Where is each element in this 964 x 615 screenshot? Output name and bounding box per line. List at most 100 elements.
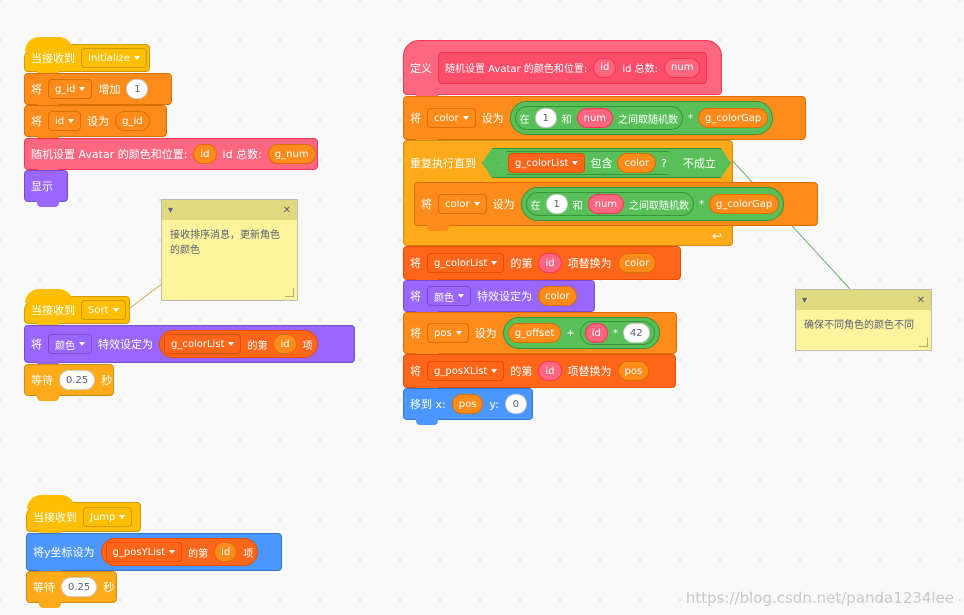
- variable-reporter[interactable]: g_id: [115, 111, 150, 131]
- variable-reporter[interactable]: color: [538, 286, 577, 306]
- variable-reporter[interactable]: g_colorGap: [709, 194, 780, 214]
- block-label: 等待: [31, 374, 53, 387]
- wait-block[interactable]: 等待 0.25 秒: [26, 571, 117, 608]
- wait-block[interactable]: 等待 0.25 秒: [24, 364, 114, 401]
- set-color-block[interactable]: 将 color 设为 在 1 和 num 之间取随机数 * g_colorGap: [403, 96, 806, 145]
- loop-arrow-icon: ↩: [711, 229, 722, 243]
- number-input[interactable]: 1: [534, 108, 557, 128]
- block-label: 项替换为: [567, 365, 612, 378]
- variable-reporter[interactable]: color: [617, 253, 657, 273]
- set-effect-block[interactable]: 将 颜色 特效设定为 g_colorList 的第 id 项: [24, 325, 355, 368]
- change-var-block[interactable]: 将 g_id 增加 1: [24, 73, 172, 110]
- list-dropdown[interactable]: g_colorList: [427, 253, 505, 273]
- custom-block-call[interactable]: 随机设置 Avatar 的颜色和位置: id id 总数: g_num: [24, 138, 318, 175]
- argument-reporter[interactable]: id: [538, 253, 562, 273]
- set-color-block-inner[interactable]: 将 color 设为 在 1 和 num 之间取随机数 * g_colorGap: [414, 182, 818, 231]
- comment-note[interactable]: ▾ ✕ 接收排序消息，更新角色 的颜色: [161, 199, 298, 301]
- number-input[interactable]: 0.25: [61, 577, 98, 597]
- variable-reporter[interactable]: pos: [617, 361, 650, 381]
- comment-note[interactable]: ▾ ✕ 确保不同角色的颜色不同: [795, 289, 932, 351]
- block-label: 定义: [410, 61, 432, 75]
- note-text[interactable]: 确保不同角色的颜色不同: [796, 310, 931, 341]
- variable-dropdown[interactable]: color: [427, 108, 476, 128]
- number-input[interactable]: 0.25: [59, 370, 96, 390]
- item-of-list-reporter[interactable]: g_posYList 的第 id 项: [100, 538, 259, 566]
- variable-reporter[interactable]: g_colorGap: [698, 108, 769, 128]
- not-operator[interactable]: g_colorList 包含 color ? 不成立: [482, 148, 731, 178]
- show-block[interactable]: 显示: [24, 170, 68, 207]
- chevron-down-icon: [119, 515, 126, 519]
- note-header[interactable]: ▾ ✕: [796, 290, 931, 310]
- close-icon[interactable]: ✕: [917, 295, 925, 306]
- contains-operator[interactable]: g_colorList 包含 color ?: [497, 151, 678, 175]
- number-input[interactable]: 1: [126, 79, 149, 99]
- list-dropdown[interactable]: g_posXList: [427, 361, 505, 381]
- multiply-operator[interactable]: 在 1 和 num 之间取随机数 * g_colorGap: [509, 101, 774, 135]
- set-y-block[interactable]: 将y坐标设为 g_posYList 的第 id 项: [26, 533, 282, 576]
- collapse-caret-icon[interactable]: ▾: [168, 205, 173, 216]
- argument-reporter[interactable]: id: [584, 323, 608, 343]
- variable-dropdown[interactable]: id: [48, 111, 82, 131]
- list-dropdown[interactable]: g_colorList: [164, 334, 242, 354]
- message-dropdown[interactable]: Initialize: [81, 48, 147, 68]
- argument-reporter[interactable]: num: [576, 108, 614, 128]
- block-label: 随机设置 Avatar 的颜色和位置:: [31, 148, 188, 161]
- block-label: 将: [410, 327, 421, 340]
- variable-reporter[interactable]: g_offset: [507, 323, 562, 343]
- multiply-operator[interactable]: 在 1 和 num 之间取随机数 * g_colorGap: [520, 187, 785, 221]
- argument-reporter[interactable]: id: [593, 57, 617, 78]
- when-receive-jump-hat[interactable]: 当接收到 Jump: [26, 495, 141, 537]
- note-header[interactable]: ▾ ✕: [162, 200, 297, 220]
- multiply-operator[interactable]: id * 42: [579, 321, 655, 345]
- variable-dropdown[interactable]: pos: [427, 323, 469, 343]
- argument-reporter[interactable]: num: [664, 57, 701, 78]
- list-dropdown[interactable]: g_colorList: [508, 153, 585, 173]
- proc-prototype[interactable]: 随机设置 Avatar 的颜色和位置: id id 总数: num: [438, 51, 708, 84]
- resize-handle-icon[interactable]: [285, 288, 294, 297]
- variable-dropdown[interactable]: g_id: [48, 79, 93, 99]
- close-icon[interactable]: ✕: [283, 205, 291, 216]
- random-operator[interactable]: 在 1 和 num 之间取随机数: [514, 106, 684, 130]
- variable-reporter[interactable]: id: [214, 542, 238, 562]
- argument-reporter[interactable]: num: [587, 194, 625, 214]
- when-receive-initialize-hat[interactable]: 当接收到 Initialize: [24, 37, 150, 77]
- list-dropdown[interactable]: g_posYList: [105, 542, 183, 562]
- number-input[interactable]: 0: [504, 394, 527, 414]
- variable-dropdown[interactable]: color: [438, 194, 487, 214]
- collapse-caret-icon[interactable]: ▾: [802, 295, 807, 306]
- block-label: 将: [410, 290, 421, 303]
- argument-reporter[interactable]: id: [538, 361, 562, 381]
- chevron-down-icon: [169, 550, 176, 554]
- block-label: 显示: [31, 180, 53, 193]
- variable-reporter[interactable]: pos: [451, 394, 484, 414]
- set-var-block[interactable]: 将 id 设为 g_id: [24, 105, 167, 142]
- number-input[interactable]: 1: [545, 194, 568, 214]
- variable-reporter[interactable]: id: [273, 334, 297, 354]
- add-operator[interactable]: g_offset + id * 42: [502, 317, 660, 349]
- message-dropdown[interactable]: Jump: [83, 507, 133, 527]
- block-label: 项: [302, 340, 313, 352]
- block-label: 特效设定为: [98, 338, 153, 351]
- chevron-down-icon: [473, 202, 480, 206]
- effect-dropdown[interactable]: 颜色: [427, 286, 471, 306]
- set-pos-block[interactable]: 将 pos 设为 g_offset + id * 42: [403, 312, 677, 359]
- replace-item-block[interactable]: 将 g_colorList 的第 id 项替换为 color: [403, 246, 681, 285]
- set-effect-block[interactable]: 将 颜色 特效设定为 color: [403, 280, 595, 317]
- note-text[interactable]: 接收排序消息，更新角色 的颜色: [162, 220, 297, 266]
- goto-xy-block[interactable]: 移到 x: pos y: 0: [403, 388, 533, 425]
- chevron-down-icon: [491, 261, 498, 265]
- when-receive-sort-hat[interactable]: 当接收到 Sort: [24, 289, 130, 329]
- number-input[interactable]: 42: [622, 323, 650, 343]
- random-operator[interactable]: 在 1 和 num 之间取随机数: [525, 192, 695, 216]
- variable-reporter[interactable]: id: [193, 144, 217, 164]
- block-label: 不成立: [682, 157, 716, 170]
- chevron-down-icon: [133, 56, 140, 60]
- replace-item-block[interactable]: 将 g_posXList 的第 id 项替换为 pos: [403, 354, 676, 393]
- message-dropdown[interactable]: Sort: [81, 300, 126, 320]
- variable-reporter[interactable]: g_num: [267, 144, 316, 164]
- item-of-list-reporter[interactable]: g_colorList 的第 id 项: [159, 330, 318, 358]
- variable-reporter[interactable]: color: [617, 153, 656, 173]
- effect-dropdown[interactable]: 颜色: [48, 334, 92, 354]
- define-hat[interactable]: 定义 随机设置 Avatar 的颜色和位置: id id 总数: num: [403, 40, 722, 100]
- resize-handle-icon[interactable]: [919, 338, 928, 347]
